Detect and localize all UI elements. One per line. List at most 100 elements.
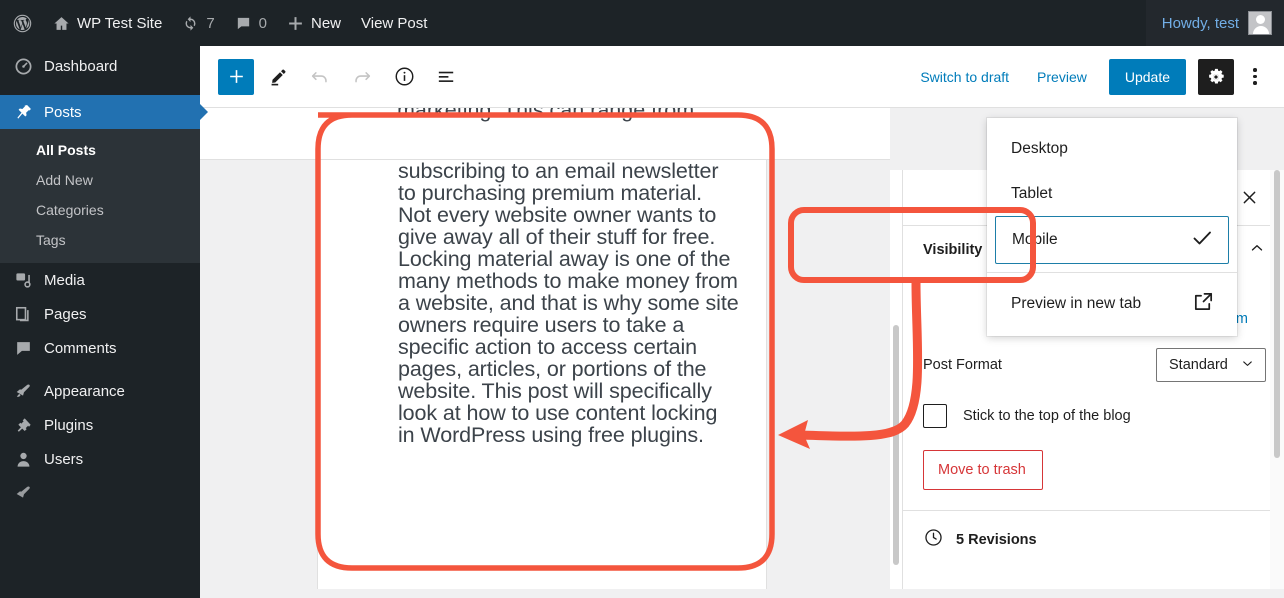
list-view-button[interactable] [428,59,464,95]
edit-tools-button[interactable] [260,59,296,95]
wordpress-logo-button[interactable] [0,0,43,46]
editor-header-right-tools: Switch to draft Preview Update [908,59,1272,95]
settings-button[interactable] [1198,59,1234,95]
sidebar-item-tags[interactable]: Tags [0,225,200,255]
gear-icon [1206,67,1226,87]
bottom-scrollbar-track[interactable] [200,589,1284,598]
dropdown-divider [987,272,1237,273]
sticky-post-label: Stick to the top of the blog [963,408,1131,424]
plus-icon [227,67,246,86]
redo-button[interactable] [344,59,380,95]
update-button[interactable]: Update [1109,59,1186,95]
sidebar-item-comments[interactable]: Comments [0,331,200,365]
sidebar-item-label: Users [44,452,83,467]
view-post-link[interactable]: View Post [351,0,437,46]
sidebar-item-label: Plugins [44,418,93,433]
wordpress-editor-screen: WP Test Site 7 0 New View Post Howdy, te… [0,0,1284,598]
sidebar-item-users[interactable]: Users [0,442,200,476]
revisions-row[interactable]: 5 Revisions [903,511,1284,568]
comments-menu[interactable]: 0 [225,0,277,46]
preview-option-mobile[interactable]: Mobile [995,216,1229,264]
close-x-icon [1240,188,1259,207]
comment-bubble-icon [13,338,33,358]
updates-icon [182,15,199,32]
mobile-preview-frame[interactable]: subscribing to an email newsletter to pu… [317,160,767,598]
paintbrush-icon [13,381,33,401]
sidebar-item-label: Pages [44,307,87,322]
preview-scrollbar[interactable] [890,170,902,598]
sidebar-item-add-new[interactable]: Add New [0,165,200,195]
preview-in-new-tab-label: Preview in new tab [1011,295,1141,313]
new-content-menu[interactable]: New [277,0,351,46]
sidebar-item-categories[interactable]: Categories [0,195,200,225]
checkmark-icon [1190,226,1214,255]
wordpress-logo-icon [12,13,33,34]
close-settings-button[interactable] [1232,181,1266,215]
post-content-body[interactable]: subscribing to an email newsletter to pu… [318,160,766,446]
preview-scrollbar-thumb[interactable] [893,325,899,565]
pin-icon [13,102,33,122]
menu-separator [0,86,200,95]
avatar [1248,11,1272,35]
preview-option-label: Mobile [1012,231,1058,249]
sidebar-item-label: Posts [44,105,82,120]
comment-bubble-icon [235,15,252,32]
user-icon [13,449,33,469]
undo-button[interactable] [302,59,338,95]
sticky-post-checkbox[interactable] [923,404,947,428]
sidebar-item-appearance[interactable]: Appearance [0,374,200,408]
move-to-trash-button[interactable]: Move to trash [923,450,1043,490]
comments-count: 0 [259,15,267,32]
post-paragraph: subscribing to an email newsletter to pu… [398,160,739,446]
sidebar-item-tools[interactable] [0,476,200,510]
sidebar-item-label: Dashboard [44,59,117,74]
admin-sidebar-menu: Dashboard Posts All Posts Add New Catego… [0,46,200,598]
preview-button[interactable]: Preview [1025,61,1099,93]
preview-device-dropdown: Desktop Tablet Mobile Preview in new tab [987,118,1237,336]
sidebar-item-all-posts[interactable]: All Posts [0,135,200,165]
pencil-icon [267,66,289,88]
preview-option-tablet[interactable]: Tablet [987,171,1237,216]
switch-to-draft-button[interactable]: Switch to draft [908,61,1021,93]
site-name-menu[interactable]: WP Test Site [43,0,172,46]
revisions-label: 5 Revisions [956,532,1037,548]
settings-scrollbar-thumb[interactable] [1274,170,1280,458]
details-button[interactable] [386,59,422,95]
redo-arrow-icon [351,66,373,88]
sidebar-item-media[interactable]: Media [0,263,200,297]
sidebar-item-label: Comments [44,341,117,356]
sticky-post-row[interactable]: Stick to the top of the blog [903,390,1284,442]
tools-icon [13,483,33,503]
posts-submenu: All Posts Add New Categories Tags [0,129,200,263]
sidebar-item-pages[interactable]: Pages [0,297,200,331]
dashboard-icon [13,56,33,76]
undo-arrow-icon [309,66,331,88]
settings-scrollbar[interactable] [1270,170,1284,598]
chevron-down-icon [1240,356,1255,375]
external-link-icon [1192,290,1215,318]
chevron-up-icon [1248,239,1266,262]
updates-menu[interactable]: 7 [172,0,224,46]
preview-in-new-tab-option[interactable]: Preview in new tab [987,281,1237,326]
post-format-label: Post Format [923,357,1002,373]
new-label: New [311,15,341,32]
updates-count: 7 [206,15,214,32]
sidebar-item-dashboard[interactable]: Dashboard [0,46,200,86]
block-inserter-button[interactable] [218,59,254,95]
site-name-label: WP Test Site [77,15,162,32]
plug-icon [13,415,33,435]
preview-option-desktop[interactable]: Desktop [987,126,1237,171]
post-format-select[interactable]: Standard [1156,348,1266,382]
sidebar-item-label: Media [44,273,85,288]
device-preview-region: marketing. This can range from subscribi… [200,108,890,598]
post-format-value: Standard [1169,357,1228,373]
three-dots-vertical-icon [1253,68,1257,85]
more-options-button[interactable] [1238,59,1272,95]
my-account-menu[interactable]: Howdy, test [1146,0,1284,46]
sidebar-item-posts[interactable]: Posts [0,95,200,129]
sidebar-item-plugins[interactable]: Plugins [0,408,200,442]
backup-clock-icon [923,527,944,552]
plus-icon [287,15,304,32]
panel-title: Visibility [923,242,982,258]
howdy-label: Howdy, test [1162,15,1239,32]
